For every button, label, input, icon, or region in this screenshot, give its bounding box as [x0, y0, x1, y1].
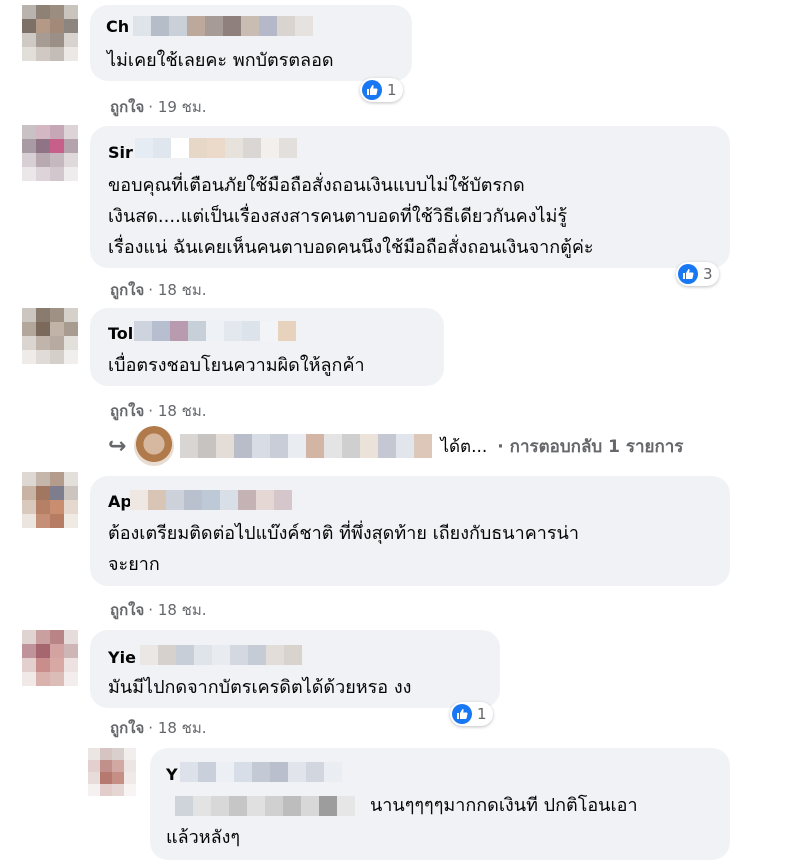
- comment-actions: ถูกใจ · 18 ชม.: [110, 399, 207, 423]
- comment-actions: ถูกใจ · 19 ชม.: [110, 95, 207, 119]
- comment-actions: ถูกใจ · 18 ชม.: [110, 598, 207, 622]
- comment-author[interactable]: Ch: [106, 17, 129, 36]
- mention-redaction: [175, 796, 355, 816]
- avatar[interactable]: [88, 748, 136, 796]
- reaction-count-number: 3: [703, 265, 713, 283]
- comment-actions: ถูกใจ · 18 ชม.: [110, 716, 207, 740]
- avatar[interactable]: [22, 308, 78, 364]
- reply-count-text: · การตอบกลับ 1 รายการ: [497, 436, 684, 457]
- comment-actions: ถูกใจ · 18 ชม.: [110, 278, 207, 302]
- comment-author[interactable]: Y: [166, 765, 178, 784]
- comment-author[interactable]: Tol: [108, 324, 133, 343]
- like-thumb-icon: [362, 80, 382, 100]
- like-button[interactable]: ถูกใจ: [110, 719, 144, 737]
- like-thumb-icon: [678, 264, 698, 284]
- comment-author[interactable]: Yie: [108, 648, 136, 667]
- like-button[interactable]: ถูกใจ: [110, 601, 144, 619]
- avatar[interactable]: [22, 5, 78, 61]
- author-name-redaction: [180, 762, 342, 782]
- comment-text: นานๆๆๆๆมากกดเงินที ปกติโอนเอา: [370, 795, 638, 816]
- like-thumb-icon: [452, 704, 472, 724]
- comment-timestamp[interactable]: · 18 ชม.: [148, 601, 206, 619]
- author-name-redaction: [133, 16, 313, 36]
- comment-timestamp[interactable]: · 19 ชม.: [148, 98, 206, 116]
- comment-text: เงินสด....แต่เป็นเรื่องสงสารคนตาบอดที่ใช…: [108, 206, 568, 227]
- like-button[interactable]: ถูกใจ: [110, 402, 144, 420]
- reply-avatar: [134, 426, 175, 466]
- comment-text: ขอบคุณที่เตือนภัยใช้มือถือสั่งถอนเงินแบบ…: [108, 175, 525, 196]
- author-name-redaction: [134, 321, 296, 341]
- reaction-count[interactable]: 3: [676, 262, 719, 286]
- author-name-redaction: [140, 645, 302, 665]
- like-button[interactable]: ถูกใจ: [110, 98, 144, 116]
- author-name-redaction: [135, 138, 297, 158]
- comment-timestamp[interactable]: · 18 ชม.: [148, 719, 206, 737]
- comment-author[interactable]: Sir: [108, 143, 133, 162]
- reply-author-redaction: [180, 434, 433, 458]
- comment-text: แล้วหลังๆ: [166, 827, 241, 848]
- author-name-redaction: [130, 490, 292, 510]
- reaction-count-number: 1: [477, 705, 487, 723]
- comment-text: ไม่เคยใช้เลยคะ พกบัตรตลอด: [107, 50, 334, 71]
- like-button[interactable]: ถูกใจ: [110, 281, 144, 299]
- avatar[interactable]: [22, 630, 78, 686]
- comment-timestamp[interactable]: · 18 ชม.: [148, 281, 206, 299]
- comment-text: จะยาก: [108, 554, 160, 575]
- avatar[interactable]: [22, 125, 78, 181]
- comment-text: ต้องเตรียมติดต่อไปแบ๊งค์ชาติ ที่พึ่งสุดท…: [108, 523, 579, 544]
- comment-text: มันมีไปกดจากบัตรเครดิตได้ด้วยหรอ งง: [108, 677, 412, 698]
- comment-timestamp[interactable]: · 18 ชม.: [148, 402, 206, 420]
- comment-text: เบื่อตรงชอบโยนความผิดให้ลูกค้า: [108, 355, 365, 376]
- view-replies-link[interactable]: ↪ ได้ต... · การตอบกลับ 1 รายการ: [108, 426, 683, 466]
- reaction-count[interactable]: 1: [450, 702, 493, 726]
- avatar[interactable]: [22, 472, 78, 528]
- reaction-count[interactable]: 1: [360, 78, 403, 102]
- comment-text: เรื่องแน่ ฉันเคยเห็นคนตาบอดคนนึงใช้มือถื…: [108, 237, 594, 258]
- reply-arrow-icon: ↪: [108, 433, 127, 459]
- comment-author[interactable]: Ap: [108, 492, 132, 511]
- reaction-count-number: 1: [387, 81, 397, 99]
- reply-preview-text: ได้ต...: [440, 436, 488, 457]
